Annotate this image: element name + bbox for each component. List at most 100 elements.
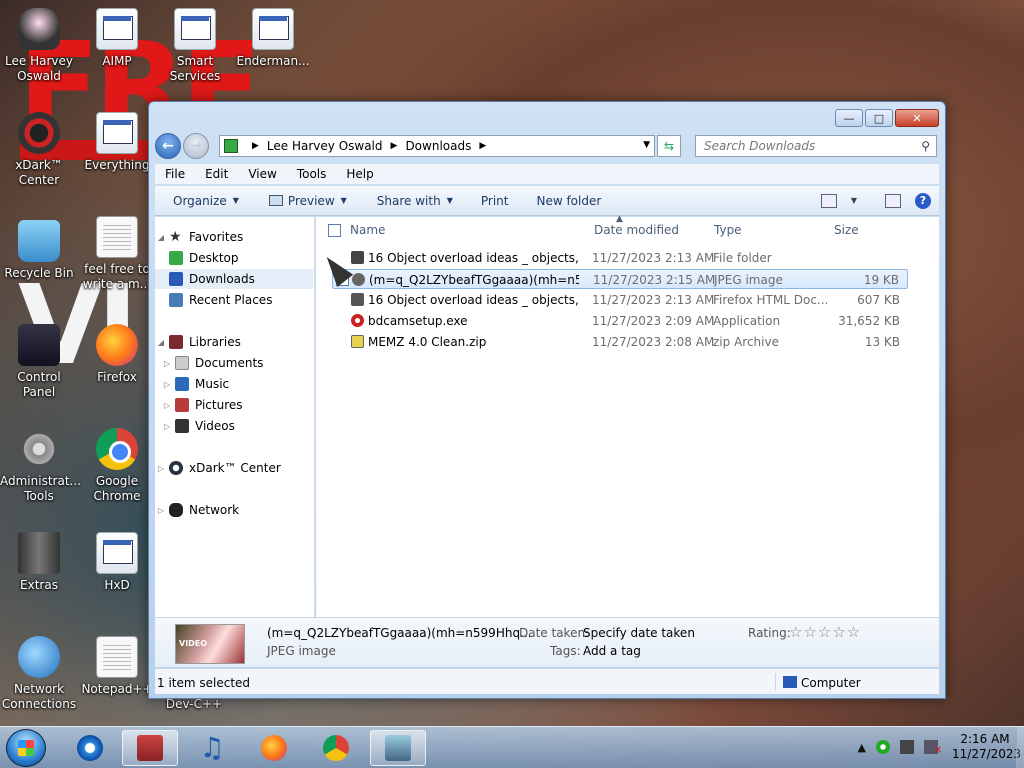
file-row[interactable]: bdcamsetup.exe 11/27/2023 2:09 AM Applic… — [332, 311, 908, 331]
desktop-icon-recycle-bin[interactable]: Recycle Bin — [0, 220, 78, 281]
print-label: Print — [480, 193, 509, 208]
column-name[interactable]: Name — [350, 223, 385, 237]
desktop-icon-aimp[interactable]: AIMP — [78, 8, 156, 69]
tray-status-icon[interactable] — [876, 740, 890, 754]
back-button[interactable]: ← — [155, 133, 181, 159]
file-row[interactable]: 16 Object overload ideas _ objects, i fa… — [332, 248, 908, 268]
desktop-icon-user-folder[interactable]: Lee Harvey Oswald — [0, 8, 78, 84]
videos-icon — [175, 419, 189, 433]
volume-muted-icon[interactable]: ✕ — [924, 740, 942, 756]
breadcrumb-downloads[interactable]: Downloads — [405, 139, 471, 153]
menu-view[interactable]: View — [238, 167, 286, 181]
nav-label: Documents — [195, 356, 264, 370]
taskbar-firefox[interactable] — [246, 730, 302, 766]
search-icon[interactable]: ⚲ — [921, 139, 930, 153]
nav-favorites[interactable]: ◢ ★ Favorites — [155, 227, 313, 247]
desktop-icon-text-document[interactable]: feel free to write a m... — [78, 216, 156, 292]
file-date: 11/27/2023 2:13 AM — [592, 293, 715, 307]
column-date-modified[interactable]: Date modified — [594, 223, 679, 237]
desktop-icon-firefox[interactable]: Firefox — [78, 324, 156, 385]
desktop-icon-everything[interactable]: Everything — [78, 112, 156, 173]
expand-arrow-icon[interactable]: ▷ — [155, 506, 167, 515]
nav-network[interactable]: ▷ Network — [155, 500, 313, 520]
taskbar-ie[interactable] — [62, 730, 118, 766]
forward-button[interactable]: → — [183, 133, 209, 159]
select-all-checkbox[interactable] — [328, 224, 341, 237]
view-options-icon[interactable] — [820, 193, 837, 208]
show-desktop-button[interactable] — [1016, 727, 1024, 768]
expand-arrow-icon[interactable]: ▷ — [161, 359, 173, 368]
nav-pictures[interactable]: ▷ Pictures — [155, 395, 313, 415]
desktop-icon-hxd[interactable]: HxD — [78, 532, 156, 593]
detail-filename: (m=q_Q2LZYbeafTGgaaaa)(mh=n599Hhq... — [267, 626, 532, 640]
nav-desktop[interactable]: Desktop — [155, 248, 313, 268]
file-row[interactable]: 16 Object overload ideas _ objects, i fa… — [332, 290, 908, 310]
desktop-icon-label: Recycle Bin — [4, 266, 74, 280]
expand-arrow-icon[interactable]: ▷ — [161, 380, 173, 389]
taskbar-music[interactable]: ♫ — [184, 730, 240, 766]
expand-arrow-icon[interactable]: ▷ — [161, 422, 173, 431]
search-input[interactable]: Search Downloads ⚲ — [695, 135, 937, 157]
preview-pane-icon[interactable] — [885, 193, 901, 208]
expand-arrow-icon[interactable]: ◢ — [155, 233, 167, 242]
downloads-icon — [169, 272, 183, 286]
address-dropdown-icon[interactable]: ▼ — [643, 140, 650, 150]
desktop-icon-chrome[interactable]: Google Chrome — [78, 428, 156, 504]
preview-button[interactable]: Preview ▼ — [251, 194, 359, 208]
libraries-icon — [169, 335, 183, 349]
minimize-button[interactable]: — — [835, 109, 863, 127]
address-bar[interactable]: ▶ Lee Harvey Oswald ▶ Downloads ▶ ▼ — [219, 135, 655, 157]
desktop-icon-devcpp[interactable]: Dev-C++ — [156, 697, 232, 712]
file-row[interactable]: MEMZ 4.0 Clean.zip 11/27/2023 2:08 AM zi… — [332, 332, 908, 352]
close-button[interactable]: ✕ — [895, 109, 939, 127]
file-row-selected[interactable]: ✓ (m=q_Q2LZYbeafTGgaaaa)(mh=n599... 11/2… — [332, 269, 908, 289]
help-icon[interactable]: ? — [915, 192, 931, 209]
selection-count: 1 item selected — [157, 676, 251, 690]
rating-stars[interactable]: ☆☆☆☆☆ — [789, 623, 861, 641]
desktop-icon-admin-tools[interactable]: Administrat... Tools — [0, 428, 81, 504]
nav-downloads[interactable]: Downloads — [155, 269, 313, 289]
desktop-icon-xdark-center[interactable]: xDark™ Center — [0, 112, 78, 188]
nav-documents[interactable]: ▷ Documents — [155, 353, 313, 373]
expand-arrow-icon[interactable]: ◢ — [155, 338, 167, 347]
desktop-icon-network[interactable]: Network Connections — [0, 636, 78, 712]
column-size[interactable]: Size — [834, 223, 859, 237]
menu-edit[interactable]: Edit — [195, 167, 238, 181]
nav-music[interactable]: ▷ Music — [155, 374, 313, 394]
nav-xdark-center[interactable]: ▷ xDark™ Center — [155, 458, 313, 478]
tags-value[interactable]: Add a tag — [583, 644, 641, 658]
desktop-icon-enderman[interactable]: Enderman... — [234, 8, 312, 69]
desktop-icon-smart-services[interactable]: Smart Services — [156, 8, 234, 84]
desktop-icon-notepad-plus-plus[interactable]: Notepad++ — [78, 636, 156, 697]
share-with-button[interactable]: Share with ▼ — [359, 194, 465, 208]
nav-libraries[interactable]: ◢ Libraries — [155, 332, 313, 352]
menu-help[interactable]: Help — [336, 167, 383, 181]
expand-arrow-icon[interactable]: ▷ — [155, 464, 167, 473]
organize-button[interactable]: Organize ▼ — [155, 194, 251, 208]
xdark-center-icon — [169, 461, 183, 475]
file-size: 607 KB — [857, 293, 900, 307]
expand-arrow-icon[interactable]: ▷ — [161, 401, 173, 410]
taskbar-archive-app[interactable] — [122, 730, 178, 766]
nav-recent-places[interactable]: Recent Places — [155, 290, 313, 310]
column-type[interactable]: Type — [714, 223, 742, 237]
network-tray-icon[interactable] — [900, 740, 914, 754]
system-clock[interactable]: 2:16 AM 11/27/2023 — [952, 732, 1021, 762]
tray-overflow-icon[interactable]: ▲ — [858, 741, 866, 754]
print-button[interactable]: Print — [465, 194, 521, 208]
start-button[interactable] — [6, 729, 46, 767]
new-folder-button[interactable]: New folder — [520, 194, 613, 208]
refresh-button[interactable]: ⇆ — [657, 135, 681, 157]
desktop-icon-control-panel[interactable]: Control Panel — [0, 324, 78, 400]
taskbar-explorer[interactable] — [370, 730, 426, 766]
desktop-icon-label: Administrat... Tools — [0, 474, 81, 503]
menu-tools[interactable]: Tools — [287, 167, 337, 181]
menu-file[interactable]: File — [155, 167, 195, 181]
maximize-button[interactable]: □ — [865, 109, 893, 127]
taskbar-chrome[interactable] — [308, 730, 364, 766]
chevron-down-icon[interactable]: ▼ — [851, 196, 857, 205]
desktop-icon-extras[interactable]: Extras — [0, 532, 78, 593]
breadcrumb-user[interactable]: Lee Harvey Oswald — [267, 139, 383, 153]
date-taken-value[interactable]: Specify date taken — [583, 626, 695, 640]
nav-videos[interactable]: ▷ Videos — [155, 416, 313, 436]
